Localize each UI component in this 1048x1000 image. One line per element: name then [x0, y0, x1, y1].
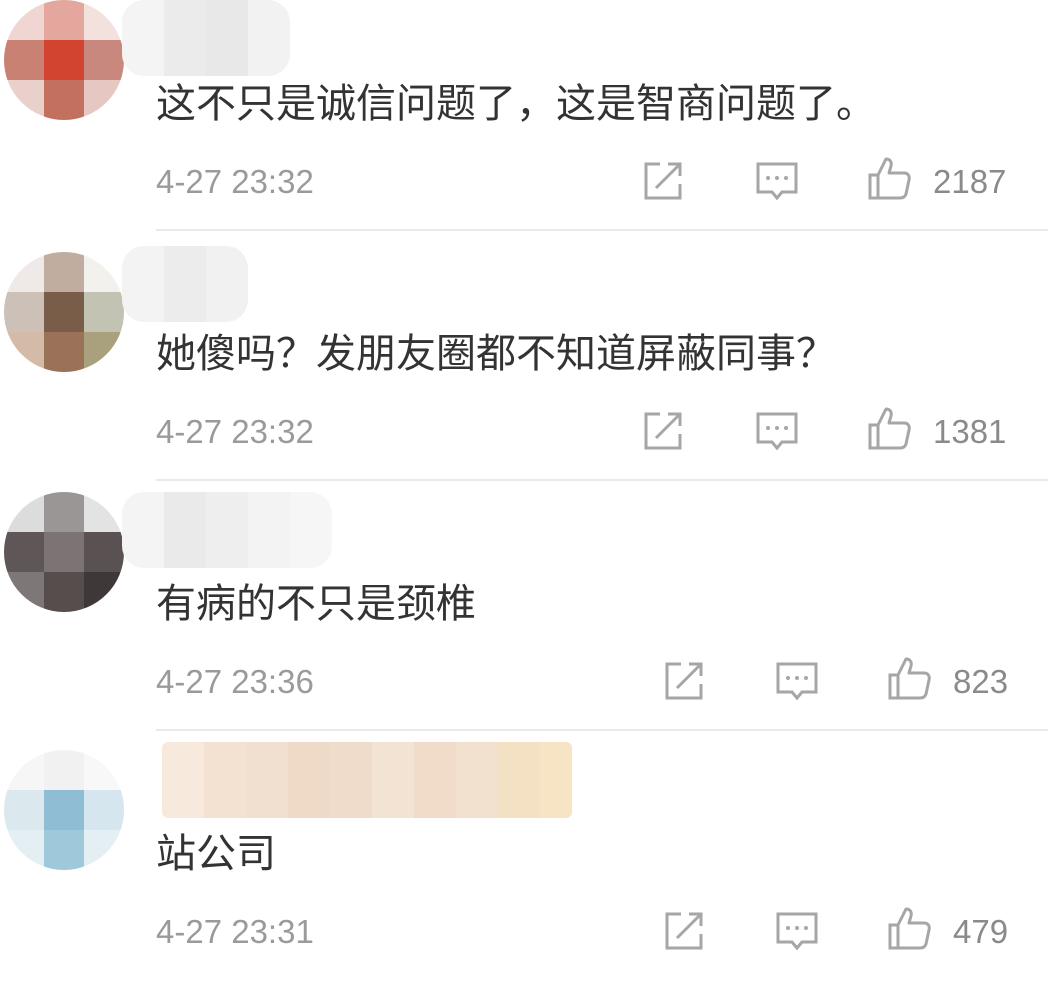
comment-item: 这不只是诚信问题了，这是智商问题了。 4-27 23:32 2187 [0, 0, 1048, 250]
comment-item: 站公司 4-27 23:31 479 [0, 742, 1048, 1000]
comment-icon[interactable] [754, 158, 800, 204]
comment-time: 4-27 23:32 [156, 163, 314, 200]
username-blurred[interactable] [122, 492, 332, 568]
thumbs-up-icon[interactable] [866, 405, 912, 451]
share-icon[interactable] [661, 908, 707, 954]
avatar[interactable] [4, 492, 124, 612]
thumbs-up-icon[interactable] [886, 655, 932, 701]
username-blurred[interactable] [162, 742, 572, 818]
like-count: 479 [953, 913, 1009, 950]
thumbs-up-icon[interactable] [866, 155, 912, 201]
like-count: 1381 [933, 413, 1007, 450]
share-icon[interactable] [640, 408, 686, 454]
divider [156, 229, 1048, 231]
avatar[interactable] [4, 750, 124, 870]
comment-icon[interactable] [774, 908, 820, 954]
comment-time: 4-27 23:32 [156, 413, 314, 450]
avatar[interactable] [4, 252, 124, 372]
comment-text: 站公司 [156, 831, 276, 877]
username-blurred[interactable] [122, 0, 290, 76]
divider [156, 729, 1048, 731]
comment-text: 这不只是诚信问题了，这是智商问题了。 [156, 81, 876, 127]
username-blurred[interactable] [122, 246, 248, 322]
comment-text: 她傻吗？发朋友圈都不知道屏蔽同事？ [156, 331, 836, 377]
comment-icon[interactable] [754, 408, 800, 454]
comment-item: 有病的不只是颈椎 4-27 23:36 823 [0, 492, 1048, 750]
like-count: 2187 [933, 163, 1007, 200]
comment-time: 4-27 23:31 [156, 913, 314, 950]
divider [156, 479, 1048, 481]
thumbs-up-icon[interactable] [886, 905, 932, 951]
share-icon[interactable] [640, 158, 686, 204]
comment-text: 有病的不只是颈椎 [156, 581, 476, 627]
share-icon[interactable] [661, 658, 707, 704]
like-count: 823 [953, 663, 1009, 700]
comment-time: 4-27 23:36 [156, 663, 314, 700]
comment-item: 她傻吗？发朋友圈都不知道屏蔽同事？ 4-27 23:32 1381 [0, 246, 1048, 500]
avatar[interactable] [4, 0, 124, 120]
comment-icon[interactable] [774, 658, 820, 704]
